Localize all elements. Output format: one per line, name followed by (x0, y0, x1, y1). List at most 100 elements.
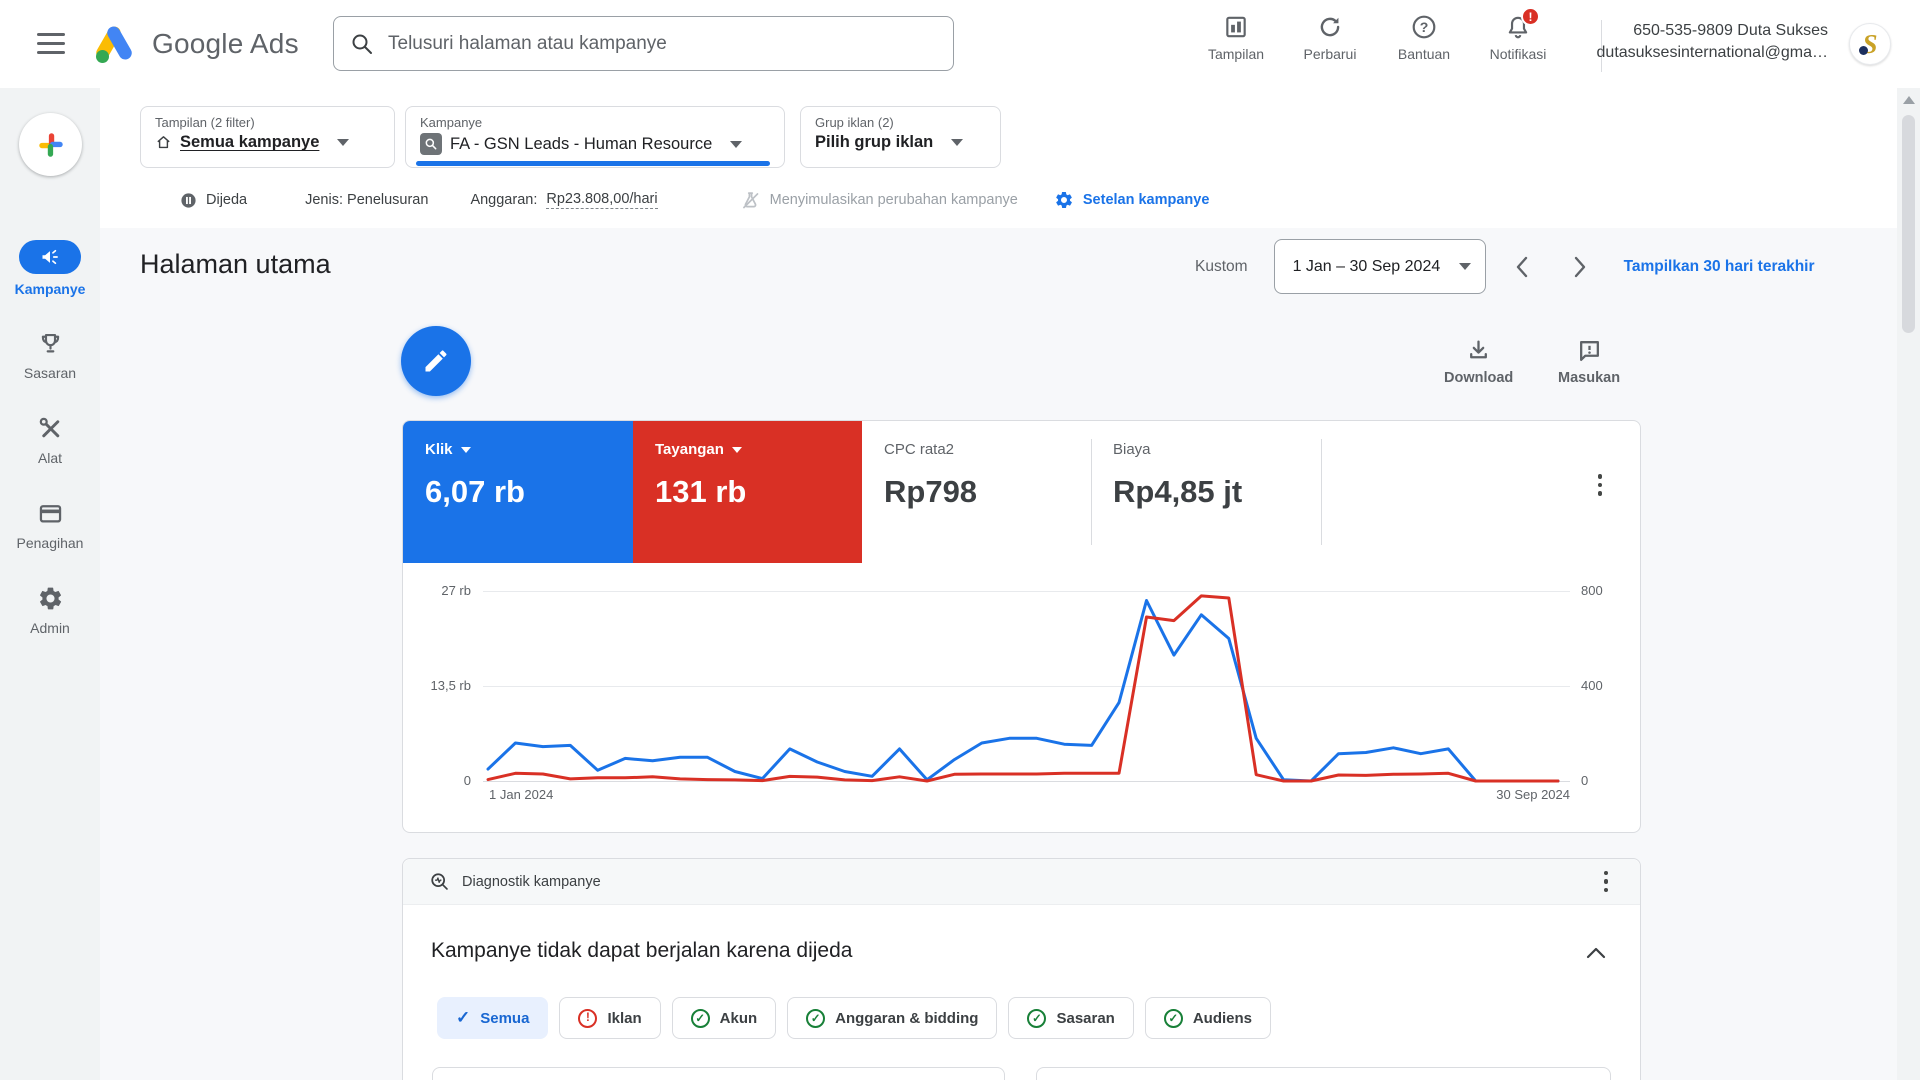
sidebar-item-sasaran[interactable]: Sasaran (0, 328, 100, 381)
diagnostic-result-card (1036, 1067, 1611, 1080)
refresh-icon (1317, 14, 1343, 40)
metric-divider (1321, 439, 1322, 545)
chart-menu-kebab[interactable] (1586, 467, 1614, 503)
account-name: 650-535-9809 Duta Sukses (1633, 22, 1828, 39)
status-paused: Dijeda (180, 192, 247, 209)
account-info[interactable]: 650-535-9809 Duta Sukses dutasuksesinter… (1597, 20, 1828, 64)
chart-line-tayangan (486, 594, 1560, 783)
status-label: Dijeda (206, 192, 248, 208)
tools-icon (0, 413, 100, 443)
campaign-active-pill (19, 240, 81, 274)
gear-icon (0, 583, 100, 613)
megaphone-icon (42, 249, 58, 265)
notification-badge: ! (1521, 7, 1540, 26)
sidebar-item-admin[interactable]: Admin (0, 583, 100, 636)
menu-icon[interactable] (37, 33, 65, 55)
nav-bantuan[interactable]: ? Bantuan (1393, 14, 1455, 62)
metric-divider (1091, 439, 1092, 545)
check-icon: ✓ (456, 1008, 471, 1027)
left-axis-tick: 0 (463, 773, 471, 788)
trophy-icon (0, 328, 100, 358)
simulate-flask-icon (742, 191, 758, 208)
diagnostic-result-card (432, 1067, 1005, 1080)
sidebar-item-penagihan[interactable]: Penagihan (0, 498, 100, 551)
avatar[interactable]: S (1849, 23, 1891, 65)
billing-card-icon (0, 498, 100, 528)
chevron-down-icon (951, 139, 964, 146)
google-ads-app: Google Ads Tampilan (0, 0, 1920, 1080)
chip-sasaran[interactable]: ✓ Sasaran (1008, 997, 1134, 1039)
home-icon (157, 136, 170, 149)
collapse-section-button[interactable] (1574, 931, 1618, 975)
chip-iklan[interactable]: ! Iklan (559, 997, 661, 1039)
google-ads-logo-icon (96, 26, 132, 63)
simulate-changes: Menyimulasikan perubahan kampanye (740, 190, 1018, 211)
avatar-accent (1859, 46, 1868, 55)
feedback-button[interactable]: Masukan (1558, 338, 1620, 386)
campaign-budget[interactable]: Anggaran: Rp23.808,00/hari (470, 191, 658, 209)
check-circle-icon: ✓ (1027, 1008, 1047, 1028)
plus-icon (38, 132, 63, 157)
chip-audiens[interactable]: ✓ Audiens (1144, 997, 1272, 1039)
diagnostics-heading: Kampanye tidak dapat berjalan karena dij… (431, 939, 853, 962)
diagnostics-icon (431, 873, 448, 890)
account-email: dutasuksesinternational@gma… (1596, 44, 1828, 61)
chip-semua[interactable]: ✓ Semua (437, 997, 549, 1039)
prev-period-button[interactable] (1500, 245, 1544, 289)
product-name: Google Ads (152, 28, 299, 59)
adgroup-filter-dropdown[interactable]: Grup iklan (2) Pilih grup iklan (800, 106, 1001, 168)
metric-tayangan[interactable]: Tayangan 131 rb (633, 421, 862, 563)
feedback-icon (1579, 341, 1599, 362)
chart-line-klik (486, 599, 1560, 783)
chip-akun[interactable]: ✓ Akun (671, 997, 777, 1039)
next-period-button[interactable] (1558, 245, 1602, 289)
date-range-picker[interactable]: 1 Jan – 30 Sep 2024 (1273, 239, 1486, 294)
diagnostics-filter-chips: ✓ Semua ! Iklan ✓ Akun ✓ Anggaran & bidd… (437, 997, 1272, 1039)
sidebar-item-alat[interactable]: Alat (0, 413, 100, 466)
metric-biaya[interactable]: Biaya Rp4,85 jt (1091, 421, 1321, 563)
nav-perbarui[interactable]: Perbarui (1299, 14, 1361, 62)
global-search[interactable] (333, 16, 954, 71)
date-range-area: Kustom 1 Jan – 30 Sep 2024 Tampilkan 30 … (1195, 239, 1815, 294)
nav-tampilan[interactable]: Tampilan (1205, 14, 1267, 62)
campaign-settings-link[interactable]: Setelan kampanye (1054, 190, 1209, 210)
campaign-status-bar: Dijeda Jenis: Penelusuran Anggaran: Rp23… (100, 178, 1897, 222)
diagnostics-menu-kebab[interactable] (1592, 864, 1620, 900)
right-axis-tick: 0 (1581, 773, 1589, 788)
chevron-down-icon (337, 139, 350, 146)
diagnostics-header: Diagnostik kampanye (403, 859, 1640, 905)
metric-klik[interactable]: Klik 6,07 rb (403, 421, 633, 563)
metric-cpc[interactable]: CPC rata2 Rp798 (862, 421, 1091, 563)
right-axis-tick: 800 (1581, 583, 1603, 598)
scroll-up-arrow-icon[interactable] (1903, 96, 1915, 104)
error-icon: ! (578, 1008, 598, 1028)
show-last-30-days-link[interactable]: Tampilkan 30 hari terakhir (1624, 258, 1815, 276)
performance-chart-card: Klik 6,07 rb Tayangan 131 rb CPC rata2 R… (402, 420, 1641, 833)
x-axis-end-label: 30 Sep 2024 (1496, 787, 1570, 802)
sidebar-item-buat[interactable]: Buat (0, 88, 100, 198)
google-ads-logo[interactable]: Google Ads (92, 22, 299, 66)
svg-text:?: ? (1420, 19, 1429, 35)
chip-anggaran-bidding[interactable]: ✓ Anggaran & bidding (787, 997, 998, 1039)
sidebar-item-kampanye[interactable]: Kampanye (0, 240, 100, 297)
create-fab[interactable] (19, 113, 82, 176)
scrollbar-thumb[interactable] (1902, 115, 1915, 333)
right-axis-tick: 400 (1581, 678, 1603, 693)
download-button[interactable]: Download (1444, 338, 1513, 386)
line-chart[interactable] (483, 576, 1568, 786)
check-circle-icon: ✓ (1163, 1008, 1183, 1028)
budget-value[interactable]: Rp23.808,00/hari (546, 191, 658, 209)
top-header: Google Ads Tampilan (0, 0, 1920, 88)
campaign-filter-dropdown[interactable]: Kampanye FA - GSN Leads - Human Resource (405, 106, 785, 168)
help-icon: ? (1411, 14, 1437, 40)
nav-notifikasi[interactable]: ! Notifikasi (1487, 7, 1549, 62)
chevron-down-icon (1458, 263, 1471, 270)
download-icon (1470, 340, 1488, 359)
scrollbar[interactable] (1897, 88, 1920, 1080)
view-filter-dropdown[interactable]: Tampilan (2 filter) Semua kampanye (140, 106, 395, 168)
edit-fab[interactable] (401, 326, 471, 396)
search-input[interactable] (388, 32, 937, 55)
chevron-down-icon (730, 140, 743, 148)
header-nav: Tampilan Perbarui ? Bantuan ! Notifikasi (1205, 7, 1549, 62)
settings-gear-icon (1056, 191, 1072, 209)
